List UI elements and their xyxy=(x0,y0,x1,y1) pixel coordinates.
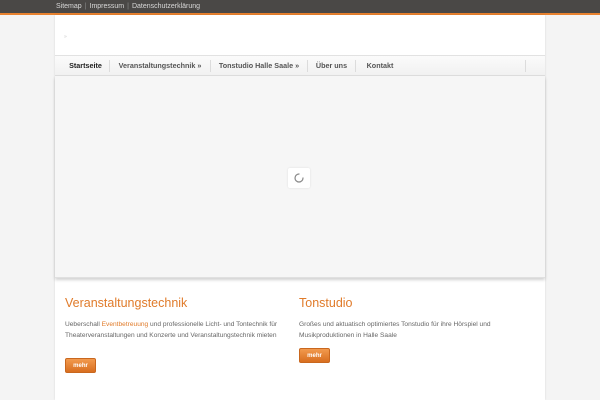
top-links: Sitemap | Impressum | Datenschutzerklärung xyxy=(56,2,200,11)
impressum-link[interactable]: Impressum xyxy=(90,3,125,10)
top-bar: Sitemap | Impressum | Datenschutzerklärung xyxy=(0,0,600,15)
logo[interactable]: » xyxy=(64,34,67,40)
separator: | xyxy=(127,3,129,10)
nav-divider xyxy=(525,60,526,72)
spinner-icon xyxy=(288,168,310,188)
feature-tonstudio: Tonstudio Großes und aktuatisch optimier… xyxy=(299,296,519,341)
feature-text-part: Ueberschall xyxy=(65,321,102,328)
feature-title: Veranstaltungstechnik xyxy=(65,296,188,310)
image-slider[interactable] xyxy=(55,76,545,278)
main-navigation: Startseite Veranstaltungstechnik » Tonst… xyxy=(55,55,545,76)
datenschutz-link[interactable]: Datenschutzerklärung xyxy=(132,3,200,10)
sitemap-link[interactable]: Sitemap xyxy=(56,3,82,10)
nav-divider xyxy=(307,60,308,72)
nav-item-tonstudio[interactable]: Tonstudio Halle Saale » xyxy=(218,56,300,75)
nav-divider xyxy=(109,60,110,72)
feature-text: Großes und aktuatisch optimiertes Tonstu… xyxy=(299,321,491,339)
nav-item-ueber-uns[interactable]: Über uns xyxy=(315,56,348,75)
nav-item-veranstaltungstechnik[interactable]: Veranstaltungstechnik » xyxy=(117,56,203,75)
page-container: » Startseite Veranstaltungstechnik » Ton… xyxy=(55,15,545,400)
nav-divider xyxy=(210,60,211,72)
mehr-button[interactable]: mehr xyxy=(65,358,96,373)
feature-title: Tonstudio xyxy=(299,296,353,310)
separator: | xyxy=(84,3,87,10)
nav-divider xyxy=(355,60,356,72)
nav-item-startseite[interactable]: Startseite xyxy=(67,56,104,75)
feature-text: Ueberschall Eventbetreuung und professio… xyxy=(65,319,285,341)
mehr-button[interactable]: mehr xyxy=(299,348,330,363)
nav-item-kontakt[interactable]: Kontakt xyxy=(363,56,397,75)
eventbetreuung-link[interactable]: Eventbetreuung xyxy=(102,321,149,328)
feature-veranstaltungstechnik: Veranstaltungstechnik Ueberschall Eventb… xyxy=(65,296,285,341)
